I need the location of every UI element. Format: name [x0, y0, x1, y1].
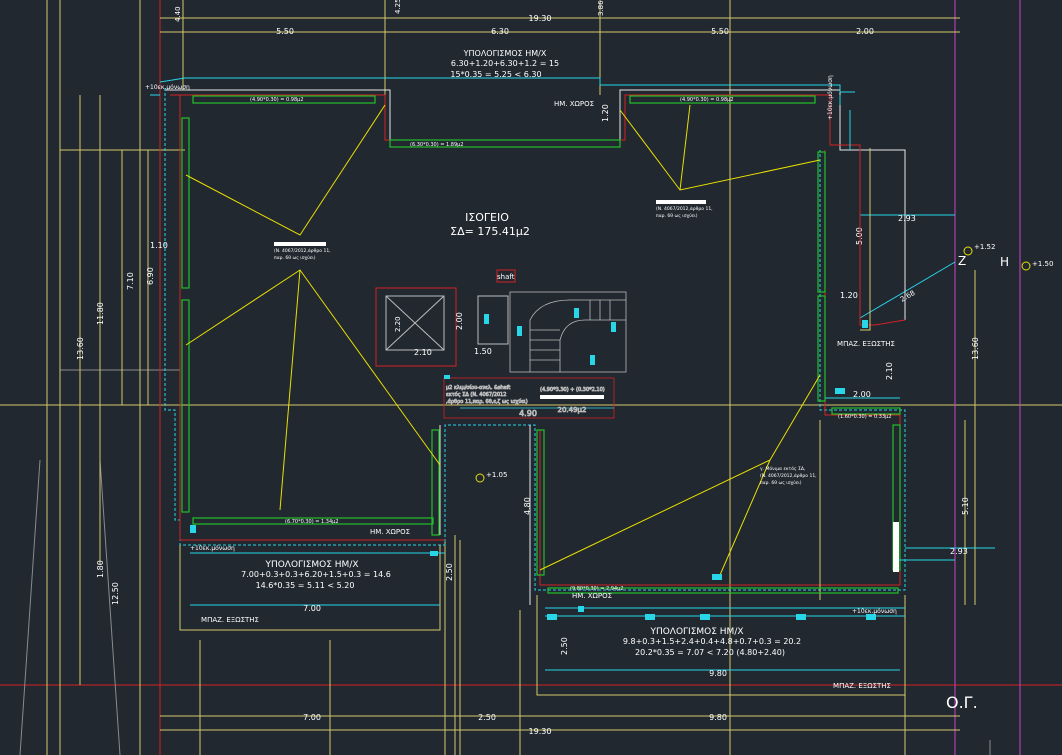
building-outline: [164, 88, 906, 755]
mpaz-label-right: ΜΠΑΖ. ΕΞΩΣΤΗΣ: [837, 340, 895, 348]
dim-mid-480: 4.80: [523, 497, 532, 515]
dim-left-total: 13.60: [76, 337, 85, 360]
shaft-label: shaft: [497, 273, 515, 281]
dim-right-120: 1.20: [840, 291, 858, 300]
exclusion-lines: [185, 104, 821, 576]
win-top-mid-label: (6.30*0.30) = 1.89μ2: [410, 142, 464, 148]
calc-left-line2: 14.6*0.35 = 5.11 < 5.20: [256, 581, 355, 590]
point-h: Η: [1000, 255, 1009, 269]
lvl-105: +1.05: [486, 471, 507, 479]
plan-area: ΣΔ= 175.41μ2: [450, 225, 530, 238]
calc-top-line2: 15*0.35 = 5.25 < 6.30: [450, 70, 541, 79]
calc-right-line2: 20.2*0.35 = 7.07 < 7.20 (4.80+2.40): [635, 648, 785, 657]
ins-label-top: +10εκ.μόνωση: [145, 84, 190, 91]
win-right-mid-label: (1.60*0.30) = 0.33μ2: [838, 414, 892, 420]
leader-notes: (Ν. 4067/2012,άρθρο 11, παρ. 6θ ως ισχύε…: [274, 200, 817, 486]
shaft-200: 2.00: [455, 312, 464, 330]
top-dimension-chain: 19.30 5.50 6.30 5.50 2.00 4.25 4.40 3.86: [160, 0, 960, 36]
dim-bottom-total: 19.30: [529, 727, 552, 736]
dim-right-510: 5.10: [961, 497, 970, 515]
win-top-l-label: (4.90*0.30) = 0.98μ2: [250, 97, 304, 103]
shaft-150: 1.50: [474, 347, 492, 356]
bottom-dimension-chain: 7.00 2.50 9.80 19.30: [160, 713, 960, 736]
shaft-220: 2.20: [394, 316, 402, 332]
stair-exc-1: μ2 κλιμ/σίου-ανελ. &shaft: [446, 384, 510, 391]
win-top-r-label: (4.90*0.30) = 0.98μ2: [680, 97, 734, 103]
dim-bottom-right: 9.80: [709, 713, 727, 722]
hm-label-top: ΗΜ. ΧΩΡΟΣ: [554, 100, 594, 108]
calc-top-title: ΥΠΟΛΟΓΙΣΜΟΣ ΗΜ/Χ: [463, 49, 547, 58]
stair-exc-2: εκτός ΣΔ (Ν. 4067/2012: [446, 391, 506, 398]
lvl-152: +1.52: [974, 243, 995, 251]
cad-floor-plan: 19.30 5.50 6.30 5.50 2.00 4.25 4.40 3.86…: [0, 0, 1062, 755]
lvl-150: +1.50: [1032, 260, 1053, 268]
dim-bottom-mid: 2.50: [478, 713, 496, 722]
mpaz-label-bottom: ΜΠΑΖ. ΕΞΩΣΤΗΣ: [833, 682, 891, 690]
og-label: Ο.Γ.: [946, 693, 978, 712]
staircase: 4.90 (4.90*3.30) + (0.30*2.10) (4.90*3.3…: [443, 291, 627, 419]
win-left-bot-label: (6.70*0.30) = 1.34μ2: [285, 519, 339, 525]
dim-b-980: 9.80: [709, 669, 727, 678]
dim-b-700: 7.00: [303, 604, 321, 613]
stair-area-text: 20.49μ2: [558, 406, 587, 414]
dim-top-mid: 6.30: [491, 27, 509, 36]
note-left-1: (Ν. 4067/2012,άρθρο 11,: [274, 247, 331, 254]
dim-right-1360: 13.60: [971, 337, 980, 360]
dim-left-690: 6.90: [146, 267, 155, 285]
dim-top-120: 1.20: [601, 104, 610, 122]
dim-right-268: 2.68: [899, 289, 917, 304]
dim-bottom-left: 7.00: [303, 713, 321, 722]
stair-note: (4.90*3.30) + (0.30*2.10): [540, 387, 605, 393]
dim-right-210: 2.10: [885, 362, 894, 380]
dim-left-710: 7.10: [126, 272, 135, 290]
calc-right-line1: 9.8+0.3+1.5+2.4+0.4+4.8+0.7+0.3 = 20.2: [623, 637, 801, 646]
dim-top-left: 5.50: [276, 27, 294, 36]
dim-left-180: 1.80: [96, 560, 105, 578]
dim-mid-250b: 2.50: [560, 637, 569, 655]
calc-left-title: ΥΠΟΛΟΓΙΣΜΟΣ ΗΜ/Χ: [264, 560, 358, 570]
dim-left-1180: 11.80: [96, 302, 105, 325]
calc-left-line1: 7.00+0.3+0.3+6.20+1.5+0.3 = 14.6: [241, 570, 391, 579]
mpaz-label-left: ΜΠΑΖ. ΕΞΩΣΤΗΣ: [201, 616, 259, 624]
note-mid-3: παρ. 6θ ως ισχύει): [760, 479, 802, 486]
insulation-lines: [150, 77, 955, 617]
guide-lines: [0, 0, 1062, 755]
dim-mid-250: 2.50: [445, 563, 454, 581]
dim-top-mid2: 5.50: [711, 27, 729, 36]
dim-top-right: 2.00: [856, 27, 874, 36]
elevator-shaft: 2.20 2.10 2.00 1.50 shaft: [375, 269, 516, 367]
calc-right-title: ΥΠΟΛΟΓΙΣΜΟΣ ΗΜ/Χ: [649, 627, 743, 637]
shaft-210: 2.10: [414, 348, 432, 357]
point-z: Ζ: [958, 254, 966, 268]
ins-label-right: +10εκ.μόνωση: [852, 608, 897, 615]
stair-exc-3: ,άρθρο 11,παρ. 6θ,ε,ζ ως ισχύει): [446, 398, 528, 405]
stair-490: 4.90: [519, 409, 537, 418]
dim-right-200: 2.00: [853, 390, 871, 399]
dim-right-293a: 2.93: [898, 214, 916, 223]
dim-top-425: 4.25: [394, 0, 402, 14]
note-right-1: (Ν. 4067/2012,άρθρο 11,: [656, 205, 713, 212]
dim-left-1250: 12.50: [111, 582, 120, 605]
dim-top-386: 3.86: [597, 0, 605, 16]
calc-top-line1: 6.30+1.20+6.30+1.2 = 15: [451, 59, 559, 68]
note-right-2: παρ. 6θ ως ισχύει): [656, 212, 698, 219]
note-mid-1: γ. Μόνιμα εκτός ΣΔ,: [760, 465, 805, 472]
plan-title: ΙΣΟΓΕΙΟ: [465, 211, 509, 224]
dim-top-440: 4.40: [174, 6, 182, 22]
note-left-2: παρ. 6θ ως ισχύει): [274, 254, 316, 261]
hm-label-left: ΗΜ. ΧΩΡΟΣ: [370, 528, 410, 536]
left-dimension-chain: 13.60 11.80 7.10 6.90 1.10 1.80 12.50: [76, 95, 168, 685]
hm-label-right: ΗΜ. ΧΩΡΟΣ: [572, 592, 612, 600]
dim-top-total: 19.30: [529, 14, 552, 23]
note-mid-2: (Ν. 4067/2012,άρθρο 11,: [760, 472, 817, 479]
ins-label-right-top: +10εκ.μόνωση: [827, 75, 834, 120]
dim-right-293b: 2.93: [950, 547, 968, 556]
ins-label-left: +10εκ.μόνωση: [190, 545, 235, 552]
